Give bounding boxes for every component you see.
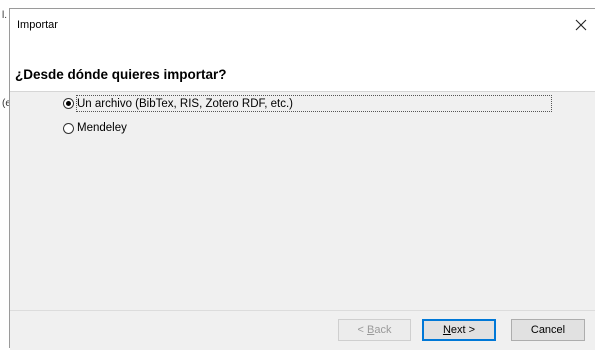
title-bar[interactable]: Importar [10,9,595,41]
next-button-mnemonic: N [442,324,451,336]
option-mendeley-label[interactable]: Mendeley [77,122,127,134]
back-button-rest: ack [374,324,392,336]
back-button-mnemonic: B [367,324,375,336]
import-dialog: Importar ¿Desde dónde quieres importar? … [9,8,595,350]
radio-mendeley[interactable] [63,122,74,134]
back-button-prefix: < [357,324,367,336]
option-file-label[interactable]: Un archivo (BibTex, RIS, Zotero RDF, etc… [77,98,293,110]
cancel-button[interactable]: Cancel [511,319,585,341]
window-title: Importar [17,19,58,31]
close-button[interactable] [570,14,592,36]
background-text-fragment: l. [2,10,7,21]
background-window-strip [0,0,9,343]
option-file[interactable]: Un archivo (BibTex, RIS, Zotero RDF, etc… [63,95,552,112]
page-title: ¿Desde dónde quieres importar? [15,67,227,82]
radio-file[interactable] [63,98,74,109]
next-button-rest: ext > [450,324,476,336]
option-mendeley[interactable]: Mendeley [63,120,127,136]
button-bar: < Back Next > Cancel [10,310,595,350]
dialog-header: ¿Desde dónde quieres importar? [10,41,595,91]
options-panel: Un archivo (BibTex, RIS, Zotero RDF, etc… [10,92,595,310]
back-button[interactable]: < Back [338,319,411,341]
next-button[interactable]: Next > [422,319,496,341]
close-icon [575,19,587,31]
